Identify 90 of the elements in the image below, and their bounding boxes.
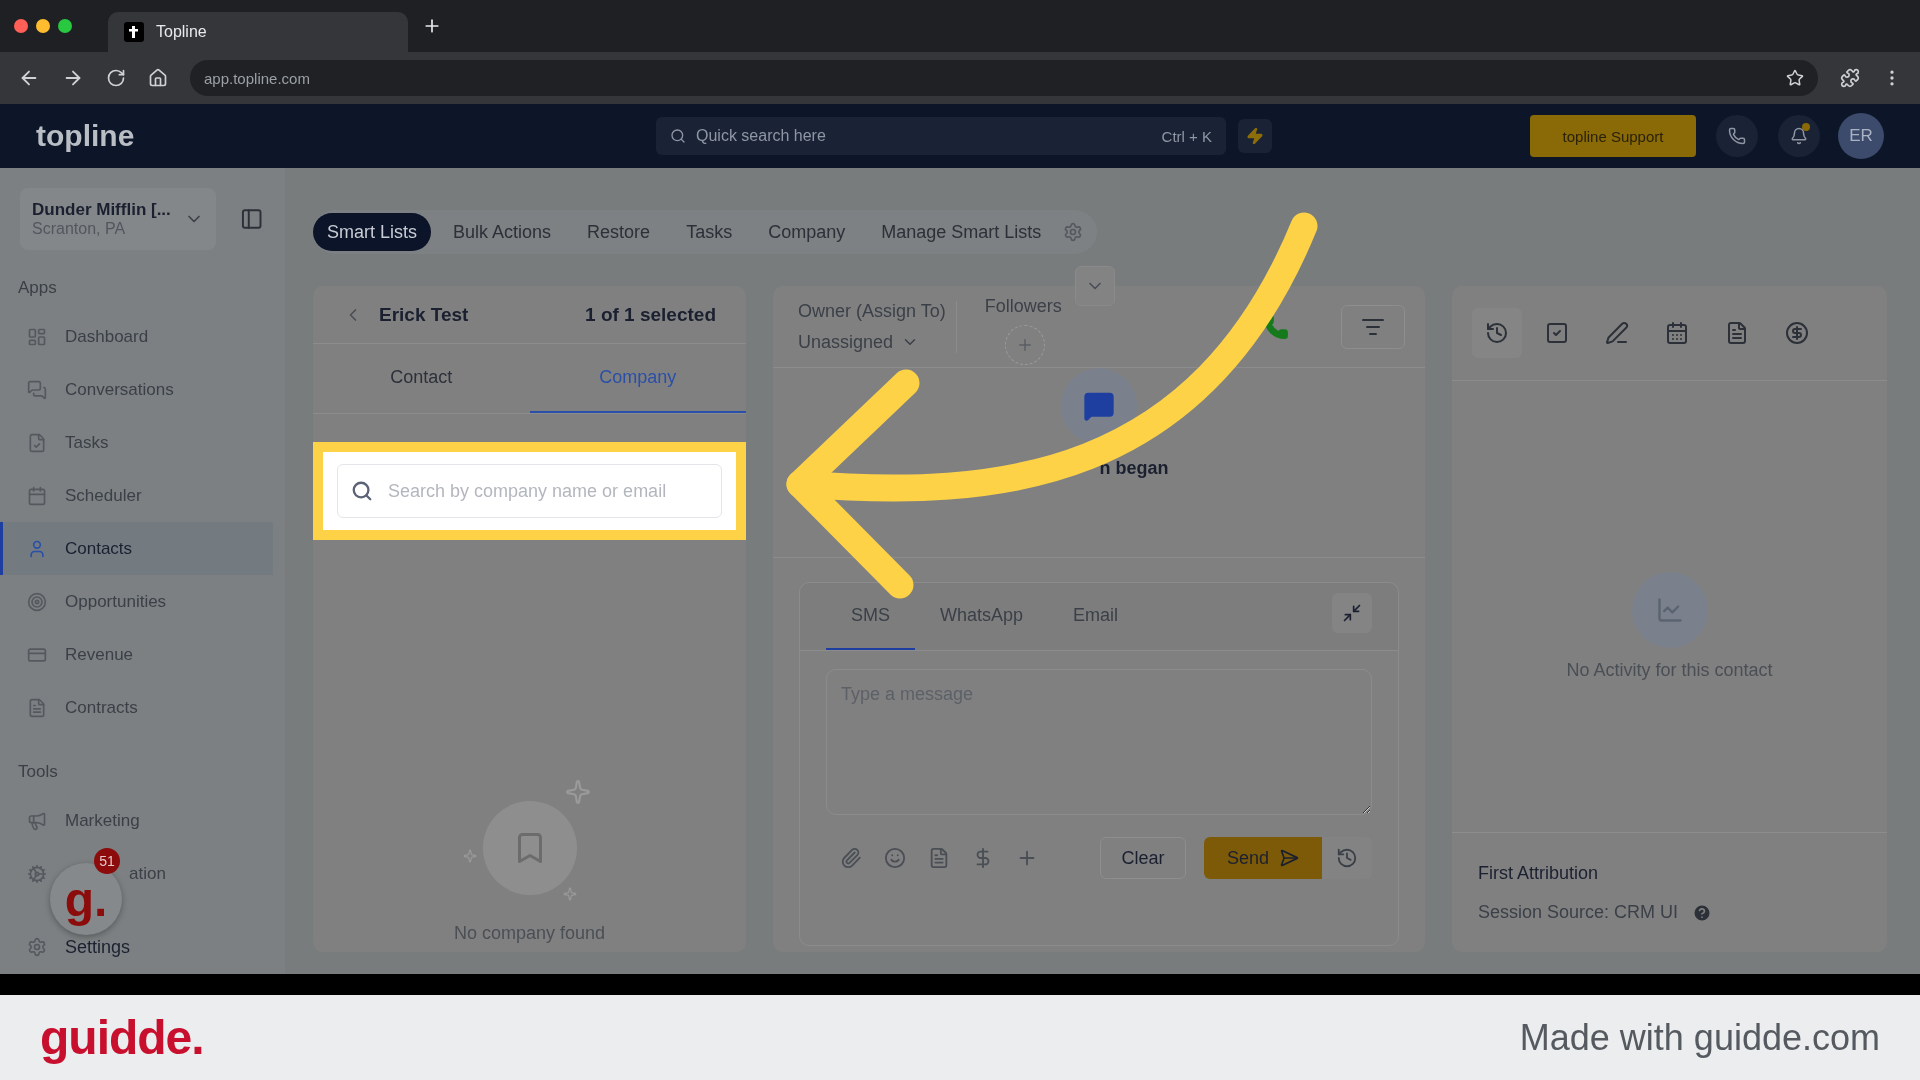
sidebar-item[interactable]: Dashboard — [0, 310, 273, 363]
sidebar-toggle-icon[interactable] — [239, 207, 263, 231]
event-text: n began — [1099, 458, 1169, 479]
sidebar-item[interactable]: Scheduler — [0, 469, 273, 522]
sidebar-item[interactable]: Contracts — [0, 681, 273, 734]
app-logo: topline — [36, 119, 136, 153]
footer-tagline: Made with guidde.com — [1519, 1016, 1880, 1059]
sidebar-section-title: Tools — [17, 761, 59, 783]
sidebar-item[interactable]: Marketing — [0, 794, 273, 847]
nav-tab[interactable]: Manage Smart Lists — [867, 213, 1056, 251]
minimize-window-icon[interactable] — [36, 19, 50, 33]
dashboard-icon — [27, 326, 47, 347]
nav-tab[interactable]: Restore — [573, 213, 665, 251]
notifications-button[interactable] — [1778, 115, 1820, 157]
sidebar-item[interactable]: Contacts — [0, 522, 273, 575]
attribution-title: First Attribution — [1478, 863, 1600, 884]
home-icon[interactable] — [148, 68, 168, 88]
sidebar-item[interactable]: Conversations — [0, 363, 273, 416]
lightning-icon — [1246, 127, 1264, 145]
quick-search-field[interactable]: Quick search here Ctrl + K — [656, 117, 1226, 155]
calendar-icon — [1665, 321, 1689, 345]
search-icon — [670, 128, 686, 144]
minimize-icon — [1342, 603, 1362, 623]
pen-icon — [1605, 321, 1629, 345]
emoji-icon[interactable] — [884, 847, 906, 869]
notification-dot — [1802, 123, 1810, 131]
task-icon — [27, 432, 47, 453]
help-icon[interactable] — [1692, 902, 1713, 923]
gear-icon — [27, 863, 47, 884]
search-icon — [351, 480, 373, 502]
owner-label: Owner (Assign To) — [798, 300, 946, 322]
settings-icon — [27, 937, 47, 957]
selection-count: 1 of 1 selected — [585, 303, 716, 326]
phone-button[interactable] — [1716, 115, 1758, 157]
attachment-icon[interactable] — [840, 847, 862, 869]
user-avatar[interactable]: ER — [1838, 113, 1884, 159]
dollar-icon — [1785, 321, 1809, 345]
send-icon — [1279, 848, 1299, 868]
clock-icon — [1336, 847, 1358, 869]
chart-icon — [1655, 596, 1684, 624]
sidebar-item[interactable]: Tasks — [0, 416, 273, 469]
bookmark-star-icon[interactable] — [1786, 69, 1804, 87]
favicon-icon — [124, 22, 144, 42]
history-icon — [1485, 321, 1509, 345]
shortcut-hint: Ctrl + K — [1161, 127, 1212, 145]
person-icon — [27, 538, 47, 559]
phone-icon — [1728, 127, 1746, 145]
nav-tab[interactable]: Smart Lists — [313, 213, 432, 251]
reload-icon[interactable] — [106, 68, 126, 88]
notification-count: 51 — [94, 848, 120, 874]
bell-icon — [1790, 127, 1808, 145]
panel-tab[interactable]: Contact — [313, 344, 530, 413]
company-search-field[interactable]: Search by company name or email — [337, 464, 722, 518]
filter-button[interactable] — [1341, 304, 1405, 349]
sidebar-item[interactable]: Revenue — [0, 628, 273, 681]
target-icon — [27, 591, 47, 612]
channel-tab[interactable]: Email — [1048, 583, 1144, 650]
chat-bubble-icon — [1083, 390, 1115, 422]
channel-tab[interactable]: WhatsApp — [915, 583, 1049, 650]
sidebar-section-title: Apps — [17, 277, 58, 299]
support-button[interactable]: topline Support — [1530, 115, 1696, 157]
guidde-logo: guidde. — [40, 1010, 204, 1065]
nav-tab[interactable]: Company — [754, 213, 860, 251]
browser-tab[interactable]: Topline — [108, 12, 408, 52]
followers-label: Followers — [984, 296, 1062, 317]
chat-icon — [27, 379, 47, 400]
activity-tab-button[interactable] — [1472, 308, 1522, 358]
checkbox-icon — [1545, 321, 1569, 345]
clear-button[interactable]: Clear — [1100, 837, 1186, 879]
document-icon — [1725, 321, 1749, 345]
minimize-button[interactable] — [1332, 593, 1372, 633]
nav-tab[interactable]: Tasks — [672, 213, 747, 251]
sidebar-item[interactable]: ation — [129, 863, 166, 884]
sidebar-item[interactable]: Opportunities — [0, 575, 273, 628]
document-icon[interactable] — [928, 847, 950, 869]
contact-name: Erick Test — [379, 303, 469, 326]
session-source: Session Source: CRM UI — [1478, 902, 1679, 923]
extensions-icon[interactable] — [1840, 68, 1860, 88]
document-icon — [27, 697, 47, 718]
address-bar[interactable]: app.topline.com — [190, 60, 1818, 96]
nav-tab[interactable]: Bulk Actions — [439, 213, 566, 251]
send-button[interactable]: Send — [1204, 837, 1322, 879]
channel-tab[interactable]: SMS — [826, 583, 915, 650]
lightning-button[interactable] — [1238, 119, 1272, 153]
owner-dropdown[interactable]: Unassigned — [798, 331, 946, 353]
panel-tab[interactable]: Company — [529, 344, 746, 413]
close-window-icon[interactable] — [14, 19, 28, 33]
maximize-window-icon[interactable] — [58, 19, 72, 33]
megaphone-icon — [27, 810, 47, 831]
calendar-icon — [27, 485, 47, 506]
